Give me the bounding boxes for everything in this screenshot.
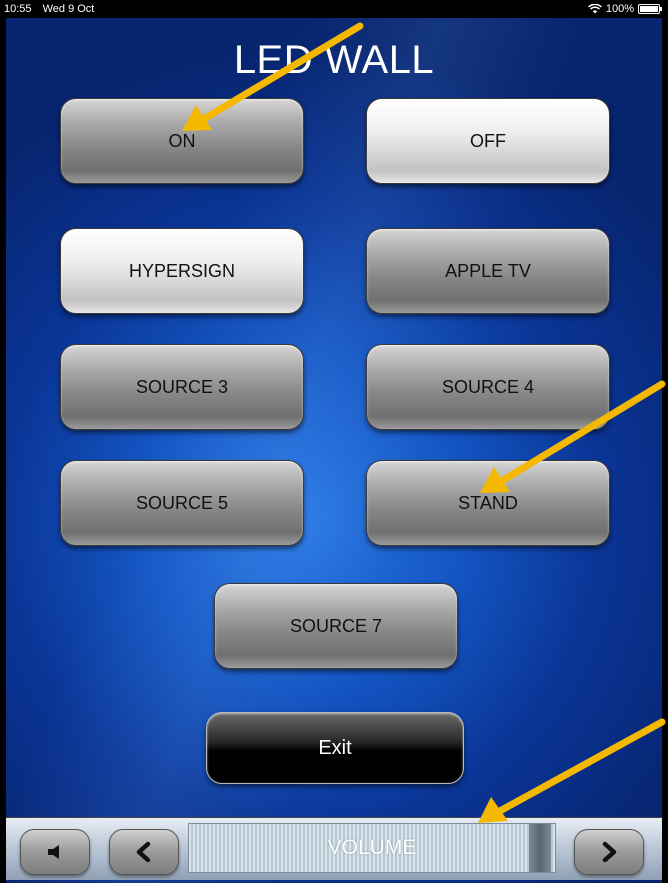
volume-up-button[interactable] — [574, 829, 644, 875]
volume-slider-handle[interactable] — [529, 824, 551, 872]
control-panel: LED WALL ON OFF HYPERSIGN APPLE TV SOURC… — [6, 18, 662, 883]
chevron-right-icon — [602, 841, 617, 863]
status-time: 10:55 — [4, 3, 32, 15]
source-3-button[interactable]: SOURCE 3 — [60, 344, 304, 430]
status-left: 10:55 Wed 9 Oct — [4, 3, 102, 15]
volume-slider[interactable]: VOLUME — [188, 823, 556, 873]
chevron-left-icon — [136, 841, 151, 863]
status-right: 100% — [587, 3, 662, 15]
source-4-button[interactable]: SOURCE 4 — [366, 344, 610, 430]
battery-icon — [638, 4, 662, 14]
volume-bar: VOLUME — [6, 817, 662, 880]
exit-button[interactable]: Exit — [206, 712, 464, 784]
status-date: Wed 9 Oct — [42, 3, 95, 15]
volume-label: VOLUME — [327, 836, 417, 859]
status-bar: 10:55 Wed 9 Oct 100% — [0, 0, 668, 18]
hypersign-button[interactable]: HYPERSIGN — [60, 228, 304, 314]
off-button[interactable]: OFF — [366, 98, 610, 184]
apple-tv-button[interactable]: APPLE TV — [366, 228, 610, 314]
mute-button[interactable] — [20, 829, 90, 875]
battery-percent: 100% — [605, 3, 634, 15]
source-7-button[interactable]: SOURCE 7 — [214, 583, 458, 669]
on-button[interactable]: ON — [60, 98, 304, 184]
speaker-icon — [48, 845, 59, 859]
device-frame: 10:55 Wed 9 Oct 100% LED WALL ON OFF HYP… — [0, 0, 668, 883]
stand-button[interactable]: STAND — [366, 460, 610, 546]
wifi-icon — [587, 4, 602, 14]
page-title: LED WALL — [233, 38, 435, 82]
source-5-button[interactable]: SOURCE 5 — [60, 460, 304, 546]
volume-down-button[interactable] — [109, 829, 179, 875]
